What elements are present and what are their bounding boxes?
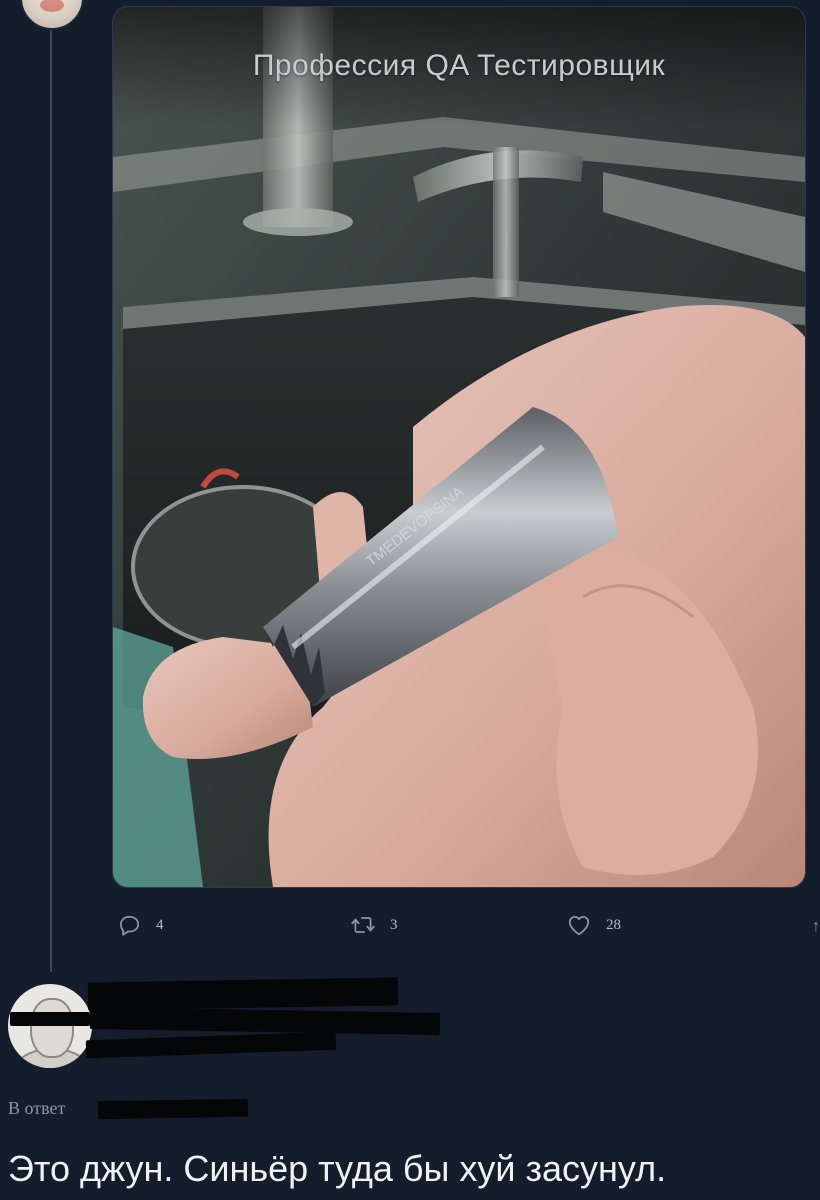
share-icon: ↑ xyxy=(812,918,820,935)
reply-icon xyxy=(120,916,140,936)
redacted-author-name-main xyxy=(87,977,399,1011)
tweet-action-bar: 4 3 28 ↑ xyxy=(0,912,820,942)
heart-icon xyxy=(568,916,590,936)
retweet-icon xyxy=(351,917,375,933)
in-reply-to-label: В ответ xyxy=(8,1098,66,1118)
redacted-author-handle xyxy=(89,1006,441,1036)
avatar-face xyxy=(30,998,74,1058)
reply-button[interactable]: 4 xyxy=(116,912,164,938)
reply-count: 4 xyxy=(156,916,164,933)
redacted-reply-handle xyxy=(97,1098,249,1120)
redacted-author-extra xyxy=(85,1031,337,1059)
reply-author-avatar[interactable] xyxy=(8,984,92,1068)
photo-illustration: TMEDEVOPSINA xyxy=(113,7,805,887)
redacted-author-name xyxy=(10,1012,90,1026)
reply-tweet-text: Это джун. Синьёр туда бы хуй засунул. xyxy=(8,1148,667,1189)
like-button[interactable]: 28 xyxy=(566,912,621,938)
retweet-count: 3 xyxy=(390,916,398,933)
share-button[interactable]: ↑ xyxy=(812,918,820,938)
tweet-media-photo[interactable]: TMEDEVOPSINA Профессия QA Тестировщик xyxy=(112,6,806,888)
like-count: 28 xyxy=(606,916,621,933)
parent-author-avatar[interactable] xyxy=(20,0,84,30)
thread-connector-line xyxy=(50,22,52,972)
retweet-button[interactable]: 3 xyxy=(350,912,398,938)
